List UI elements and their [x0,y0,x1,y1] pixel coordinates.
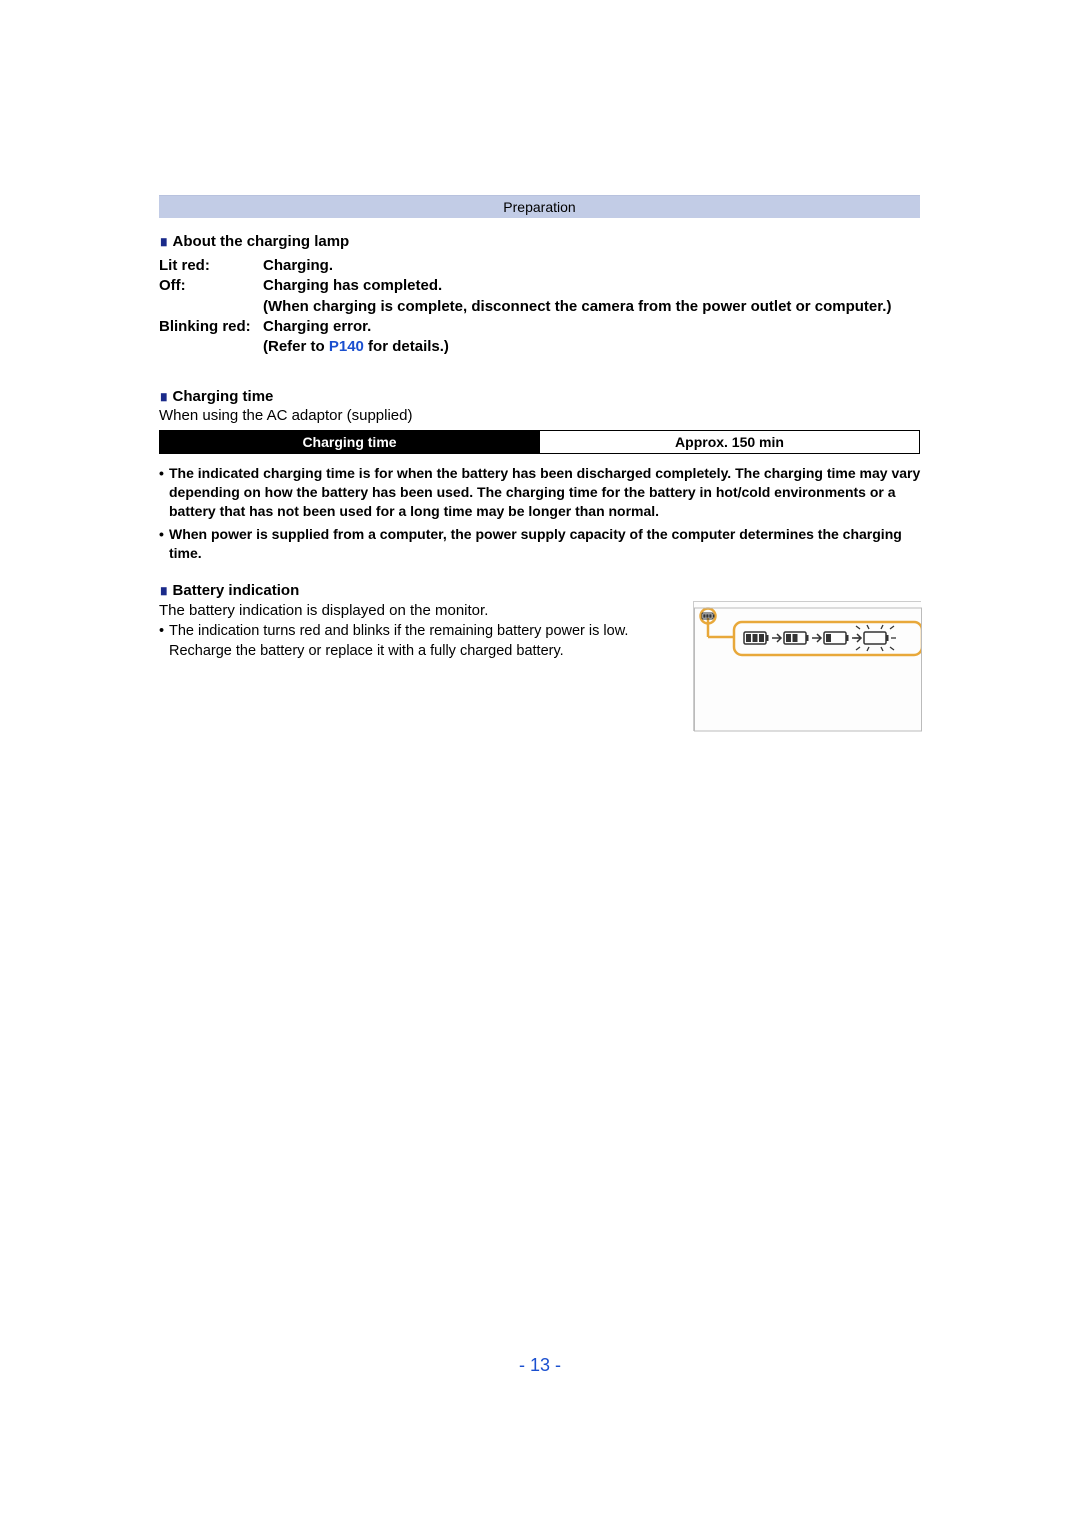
battery-levels-diagram-icon [694,602,922,732]
section-header: Preparation [159,195,920,218]
note-item: • When power is supplied from a computer… [159,525,921,563]
page-number: - 13 - [0,1355,1080,1376]
bullet-dot-icon: • [159,464,169,521]
table-value-cell: Approx. 150 min [540,431,920,454]
square-bullet-icon: ∎ [159,232,169,250]
bullet-dot-icon: • [159,525,169,563]
lamp-row-lit-red: Lit red: Charging. [159,256,921,276]
note-text: The indicated charging time is for when … [169,464,921,521]
battery-indication-row: The battery indication is displayed on t… [159,601,921,731]
heading-text: About the charging lamp [173,233,350,250]
square-bullet-icon: ∎ [159,387,169,405]
lamp-label: Lit red: [159,256,263,276]
heading-text: Charging time [173,388,274,405]
lamp-value: Charging has completed. (When charging i… [263,276,921,317]
lamp-label: Blinking red: [159,317,263,337]
lamp-row-blinking-red: Blinking red: Charging error. (Refer to … [159,317,921,358]
note-item: • The indicated charging time is for whe… [159,464,921,521]
table-header-cell: Charging time [160,431,540,454]
bullet-item: • The indication turns red and blinks if… [159,622,675,661]
battery-indication-figure [693,601,921,731]
lamp-row-off: Off: Charging has completed. (When charg… [159,276,921,317]
manual-page: Preparation ∎About the charging lamp Lit… [0,0,1080,1526]
charging-time-table: Charging time Approx. 150 min [159,430,920,454]
heading-charging-lamp: ∎About the charging lamp [159,232,921,250]
heading-charging-time: ∎Charging time [159,387,921,405]
lamp-value: Charging error. (Refer to P140 for detai… [263,317,921,358]
lamp-value: Charging. [263,256,921,276]
square-bullet-icon: ∎ [159,581,169,599]
charging-lamp-states: Lit red: Charging. Off: Charging has com… [159,256,921,357]
battery-indication-text: The battery indication is displayed on t… [159,601,675,662]
heading-text: Battery indication [173,582,300,599]
note-text: When power is supplied from a computer, … [169,525,921,563]
battery-indication-line1: The battery indication is displayed on t… [159,601,675,621]
bullet-text: The indication turns red and blinks if t… [169,622,675,661]
bullet-dot-icon: • [159,622,169,661]
lamp-label: Off: [159,276,263,296]
heading-battery-indication: ∎Battery indication [159,581,921,599]
charging-time-notes: • The indicated charging time is for whe… [159,464,921,562]
link-p140[interactable]: P140 [329,338,364,355]
charging-time-subtext: When using the AC adaptor (supplied) [159,407,921,424]
